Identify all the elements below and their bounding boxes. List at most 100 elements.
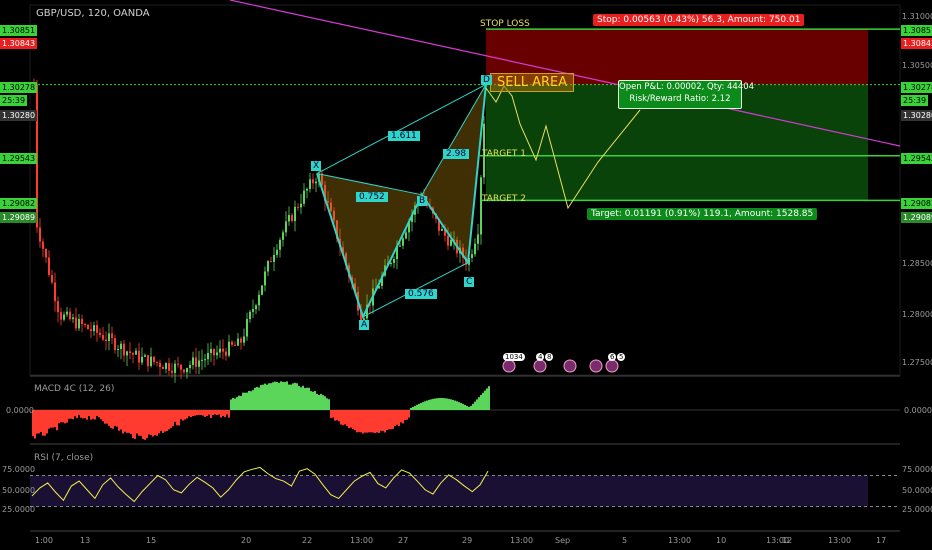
macd-bar xyxy=(274,381,276,410)
event-count-1034[interactable]: 1034 xyxy=(503,353,525,361)
candle-body xyxy=(405,232,407,239)
macd-bar xyxy=(206,410,208,417)
macd-bar xyxy=(350,410,352,428)
ratio-xb: 0.752 xyxy=(356,192,388,202)
candle-body xyxy=(264,271,266,286)
left-tag-entry: 1.30278 xyxy=(0,82,38,93)
macd-bar xyxy=(82,410,84,419)
candle-body xyxy=(276,249,278,255)
macd-bar xyxy=(150,410,152,435)
macd-bar xyxy=(84,410,86,419)
macd-bar xyxy=(476,399,478,410)
macd-bar xyxy=(106,410,108,424)
macd-bar xyxy=(342,410,344,426)
right-tag-last: 1.30280 xyxy=(901,110,932,121)
macd-bar xyxy=(440,398,442,410)
macd-bar xyxy=(372,410,374,433)
macd-bar xyxy=(452,399,454,410)
macd-bar xyxy=(404,410,406,420)
macd-bar xyxy=(182,410,184,421)
right-tag-timer: 25:39 xyxy=(901,95,929,106)
macd-bar xyxy=(420,403,422,410)
candle-body xyxy=(402,238,404,246)
macd-bar xyxy=(334,410,336,421)
candle-body xyxy=(177,363,179,365)
candle-body xyxy=(198,360,200,367)
macd-bar xyxy=(188,410,190,417)
candle-body xyxy=(273,254,275,262)
candle-body xyxy=(450,239,452,246)
candle-body xyxy=(204,359,206,361)
macd-bar xyxy=(298,386,300,410)
time-axis-label: 13:00 xyxy=(828,536,852,545)
macd-bar xyxy=(244,392,246,410)
candle-body xyxy=(159,362,161,367)
macd-bar xyxy=(286,381,288,410)
candle-body xyxy=(153,356,155,362)
macd-bar xyxy=(426,400,428,410)
right-scale-3: 1.28500 xyxy=(902,259,932,268)
macd-bar xyxy=(112,410,114,429)
macd-bar xyxy=(122,410,124,434)
macd-bar xyxy=(268,383,270,410)
macd-bar xyxy=(68,410,70,419)
sell-area-label[interactable]: SELL AREA xyxy=(490,73,575,92)
macd-bar xyxy=(488,386,490,410)
macd-bar xyxy=(46,410,48,434)
macd-bar xyxy=(418,403,420,410)
macd-bar xyxy=(382,410,384,431)
pattern-point-b: B xyxy=(417,196,428,206)
candle-body xyxy=(474,243,476,255)
candle-body xyxy=(171,370,173,373)
macd-bar xyxy=(378,410,380,433)
candle-body xyxy=(441,228,443,231)
macd-bar xyxy=(320,393,322,410)
macd-bar xyxy=(458,402,460,410)
macd-bar xyxy=(422,402,424,410)
economic-event-icon xyxy=(502,359,516,373)
candle-body xyxy=(480,177,482,235)
candle-body xyxy=(111,333,113,339)
macd-bar xyxy=(294,382,296,410)
macd-bar xyxy=(272,382,274,410)
candle-body xyxy=(261,285,263,295)
macd-bar xyxy=(366,410,368,433)
stop-loss-label: STOP LOSS xyxy=(480,19,530,29)
macd-bar xyxy=(400,410,402,423)
macd-bar xyxy=(214,410,216,415)
candle-body xyxy=(144,355,146,357)
macd-bar xyxy=(368,410,370,433)
candle-body xyxy=(216,352,218,356)
macd-bar xyxy=(94,410,96,420)
macd-bar xyxy=(34,410,36,439)
price-chart[interactable] xyxy=(0,0,932,550)
macd-bar xyxy=(250,391,252,410)
macd-bar xyxy=(232,398,234,410)
macd-title: MACD 4C (12, 26) xyxy=(34,384,115,394)
time-axis-label: 5 xyxy=(622,536,628,545)
candle-body xyxy=(147,355,149,367)
candle-body xyxy=(243,336,245,343)
candle-body xyxy=(99,332,101,335)
macd-bar xyxy=(218,410,220,415)
candle-body xyxy=(300,203,302,208)
macd-bar xyxy=(462,403,464,410)
candle-body xyxy=(249,311,251,320)
left-tag-last: 1.30280 xyxy=(0,110,38,121)
macd-bar xyxy=(176,410,178,426)
candle-body xyxy=(54,282,56,302)
candle-body xyxy=(195,357,197,367)
macd-bar xyxy=(98,410,100,418)
candle-body xyxy=(252,309,254,312)
macd-bar xyxy=(292,383,294,410)
candle-body xyxy=(141,356,143,363)
macd-bar xyxy=(138,410,140,436)
macd-bar xyxy=(300,387,302,410)
macd-bar xyxy=(74,410,76,417)
macd-bar xyxy=(50,410,52,428)
candle-body xyxy=(123,343,125,356)
macd-bar xyxy=(256,386,258,410)
macd-bar xyxy=(470,406,472,410)
macd-bar xyxy=(466,405,468,410)
macd-bar xyxy=(140,410,142,436)
